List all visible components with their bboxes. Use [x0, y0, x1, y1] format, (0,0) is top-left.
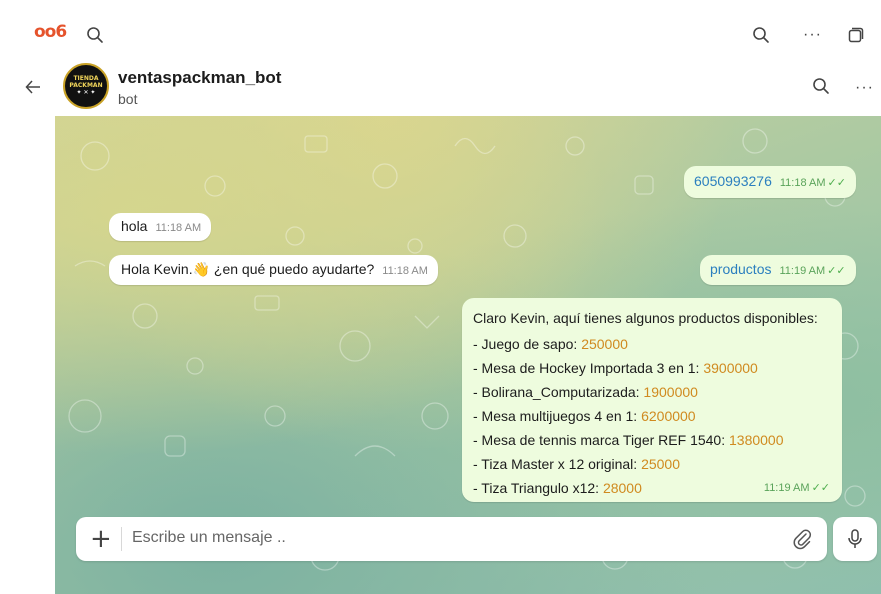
message-outgoing[interactable]: productos 11:19 AM ✓✓	[700, 255, 856, 285]
product-item: - Juego de sapo: 250000	[473, 336, 628, 352]
message-text[interactable]: 6050993276	[694, 173, 772, 189]
back-arrow-icon[interactable]	[25, 80, 41, 99]
message-text[interactable]: productos	[710, 261, 771, 277]
search-icon[interactable]	[86, 26, 104, 49]
message-time: 11:18 AM	[779, 177, 826, 189]
product-item: - Tiza Master x 12 original: 25000	[473, 456, 680, 472]
read-ticks-icon: ✓✓	[811, 482, 830, 494]
message-composer[interactable]: + Escribe un mensaje ..	[76, 517, 827, 561]
message-time: 11:19 AM	[779, 265, 826, 277]
more-options-icon[interactable]: ···	[855, 79, 874, 97]
product-price: 1900000	[643, 384, 698, 400]
product-price: 250000	[581, 336, 628, 352]
message-input[interactable]: Escribe un mensaje ..	[132, 529, 286, 547]
app-top-bar: oo6 ···	[0, 0, 881, 60]
message-time: 11:18 AM	[382, 265, 428, 277]
message-text: hola	[121, 218, 148, 234]
message-time: 11:19 AM	[763, 482, 810, 494]
product-price: 3900000	[703, 360, 758, 376]
message-intro: Claro Kevin, aquí tienes algunos product…	[473, 310, 818, 326]
product-price: 28000	[602, 480, 642, 496]
product-item: - Mesa de Hockey Importada 3 en 1: 39000…	[473, 360, 758, 376]
avatar-text-3: ✦ ✕ ✦	[76, 89, 96, 96]
product-price: 6200000	[641, 408, 696, 424]
message-outgoing[interactable]: 6050993276 11:18 AM ✓✓	[684, 166, 856, 198]
product-price: 1380000	[729, 432, 784, 448]
message-product-list[interactable]: Claro Kevin, aquí tienes algunos product…	[462, 298, 842, 502]
more-options-icon[interactable]: ···	[803, 26, 822, 44]
product-item: - Bolirana_Computarizada: 1900000	[473, 384, 698, 400]
paperclip-icon[interactable]	[792, 528, 812, 555]
avatar-text-1: TIENDA	[73, 75, 99, 82]
chat-subtitle: bot	[118, 91, 138, 107]
microphone-button[interactable]	[833, 517, 877, 561]
attach-plus-icon[interactable]: +	[90, 526, 112, 552]
read-ticks-icon: ✓✓	[827, 265, 846, 277]
message-incoming[interactable]: Hola Kevin.👋 ¿en qué puedo ayudarte? 11:1…	[109, 255, 438, 285]
product-item: - Mesa de tennis marca Tiger REF 1540: 1…	[473, 432, 784, 448]
read-ticks-icon: ✓✓	[827, 177, 846, 189]
message-time: 11:18 AM	[155, 222, 202, 234]
product-item: - Mesa multijuegos 4 en 1: 6200000	[473, 408, 696, 424]
message-incoming[interactable]: hola 11:18 AM	[109, 213, 212, 241]
product-price: 25000	[641, 456, 680, 472]
avatar-text-2: PACKMAN	[69, 82, 103, 89]
chat-title[interactable]: ventaspackman_bot	[118, 68, 281, 88]
window-icon[interactable]	[848, 27, 864, 48]
search-icon[interactable]	[812, 77, 830, 100]
divider	[121, 527, 122, 551]
avatar[interactable]: TIENDA PACKMAN ✦ ✕ ✦	[63, 63, 109, 109]
left-margin	[0, 116, 55, 594]
microphone-icon	[848, 529, 862, 548]
chat-header: TIENDA PACKMAN ✦ ✕ ✦ ventaspackman_bot b…	[0, 60, 881, 116]
app-logo: oo6	[34, 22, 67, 42]
message-text: Hola Kevin.👋 ¿en qué puedo ayudarte?	[121, 261, 375, 277]
search-icon[interactable]	[752, 26, 770, 49]
message-footer: 11:19 AM ✓✓	[756, 478, 830, 494]
